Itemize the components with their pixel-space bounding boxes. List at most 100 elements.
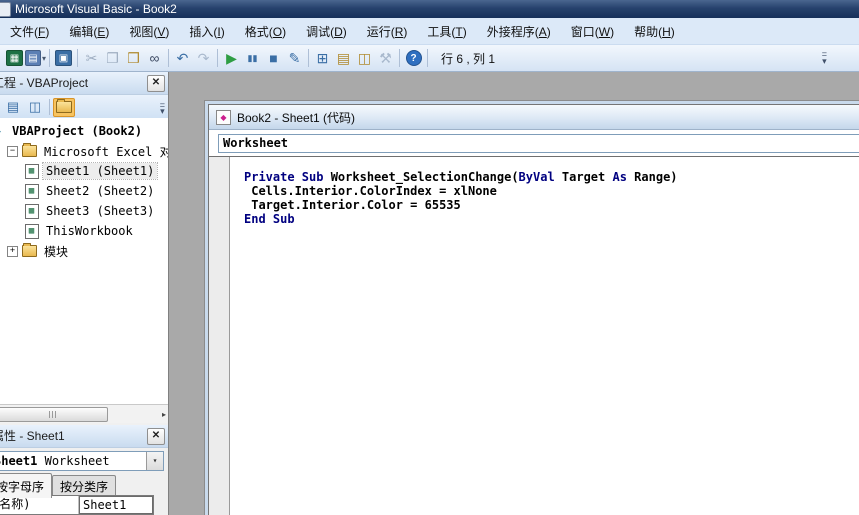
cursor-position-status: 行 6 , 列 1 [431,50,505,67]
properties-grid: (名称)Sheet1 [0,495,154,515]
standard-toolbar: ▦▤▾▣✂❐❒∞↶↷▶▮▮■✎⊞▤◫⚒?行 6 , 列 1 =▾ [0,45,859,72]
tree-item-label: Sheet2 (Sheet2) [43,183,157,199]
code-line: Cells.Interior.ColorIndex = xlNone [244,184,859,198]
toolbar-overflow-icon[interactable]: =▾ [822,51,827,65]
project-explorer-toolbar: ▤◫ =▾ [0,95,168,120]
folder-icon [22,244,37,258]
toolbar-separator [168,49,169,67]
menu-item-2[interactable]: 视图(V) [119,18,179,45]
menubar: 文件(F)编辑(E)视图(V)插入(I)格式(O)调试(D)运行(R)工具(T)… [0,18,859,45]
expand-icon[interactable]: + [7,246,18,257]
menu-item-4[interactable]: 格式(O) [235,18,296,45]
window-title: Microsoft Visual Basic - Book2 [15,0,177,18]
properties-title: 属性 - Sheet1 [0,429,65,443]
properties-close-icon[interactable]: ✕ [147,428,165,445]
worksheet-icon: ▦ [24,204,39,218]
toolbar-separator [427,49,428,67]
code-window-frame: ◆ Book2 - Sheet1 (代码) Worksheet Private … [208,104,859,515]
folder-icon [56,101,72,113]
help-button[interactable]: ? [403,48,424,69]
margin-indicator-bar[interactable] [209,157,230,515]
selected-object-type: Worksheet [45,454,110,468]
toolbox-button[interactable]: ⚒ [375,48,396,69]
project-toolbar-overflow-icon[interactable]: =▾ [160,102,165,114]
undo-button[interactable]: ↶ [172,48,193,69]
copy-button[interactable]: ❐ [102,48,123,69]
property-row: (名称)Sheet1 [0,496,153,514]
menu-item-10[interactable]: 帮助(H) [624,18,685,45]
properties-window-button[interactable]: ▤ [333,48,354,69]
code-editor[interactable]: Private Sub Worksheet_SelectionChange(By… [230,157,859,515]
menu-item-3[interactable]: 插入(I) [179,18,234,45]
view-object-button[interactable]: ◫ [24,98,46,117]
find-button[interactable]: ∞ [144,48,165,69]
property-key: (名称) [0,496,79,514]
properties-header: 属性 - Sheet1 ✕ [0,425,168,448]
menu-item-8[interactable]: 外接程序(A) [477,18,561,45]
toolbar-separator [217,49,218,67]
cut-button[interactable]: ✂ [81,48,102,69]
tree-item-label: Sheet3 (Sheet3) [43,203,157,219]
menu-item-5[interactable]: 调试(D) [296,18,357,45]
hscroll-right-arrow-icon[interactable]: ▸ [162,410,166,419]
dropdown-arrow-icon[interactable]: ▾ [42,54,46,63]
collapse-icon[interactable]: − [7,146,18,157]
code-window-icon: ◆ [216,110,231,125]
code-line: Target.Interior.Color = 65535 [244,198,859,212]
properties-tab-0[interactable]: 按字母序 [0,473,52,498]
menu-item-0[interactable]: 文件(F) [0,18,59,45]
object-selector-combobox[interactable]: Sheet1 Worksheet ▾ [0,451,164,471]
selected-object-name: Sheet1 [0,454,37,468]
redo-button[interactable]: ↷ [193,48,214,69]
break-button[interactable]: ▮▮ [242,48,263,69]
properties-panel: 属性 - Sheet1 ✕ Sheet1 Worksheet ▾ 按字母序按分类… [0,425,168,515]
object-dropdown[interactable]: Worksheet [218,134,859,153]
project-explorer-button[interactable]: ⊞ [312,48,333,69]
app-titlebar: Microsoft Visual Basic - Book2 [0,0,859,18]
reset-button[interactable]: ■ [263,48,284,69]
property-value[interactable]: Sheet1 [79,496,153,514]
vba-project-icon: ❖ [0,124,5,138]
code-window: ◆ Book2 - Sheet1 (代码) Worksheet Private … [204,100,859,515]
toolbar-separator [308,49,309,67]
code-combo-row: Worksheet [209,130,859,157]
help-icon: ? [406,50,422,66]
workbook-icon: ▦ [24,224,39,238]
tree-item-label: Sheet1 (Sheet1) [43,163,157,179]
tree-item[interactable]: ▦Sheet1 (Sheet1) [0,161,168,181]
folder-icon [22,144,37,158]
selector-dropdown-icon[interactable]: ▾ [146,452,163,470]
menu-item-6[interactable]: 运行(R) [357,18,418,45]
view-excel-button[interactable]: ▦ [4,48,25,69]
tree-item[interactable]: ❖VBAProject (Book2) [0,121,168,141]
toolbar-separator [77,49,78,67]
project-explorer-close-icon[interactable]: ✕ [147,75,165,92]
tree-item-label: 模块 [41,242,71,261]
insert-userform-button[interactable]: ▤▾ [25,48,46,69]
menu-item-7[interactable]: 工具(T) [417,18,476,45]
tree-item[interactable]: −Microsoft Excel 对象 [0,141,168,161]
tree-item[interactable]: + 模块 [0,241,168,261]
save-button[interactable]: ▣ [53,48,74,69]
paste-button[interactable]: ❒ [123,48,144,69]
object-browser-button[interactable]: ◫ [354,48,375,69]
tree-item[interactable]: ▦ThisWorkbook [0,221,168,241]
properties-tabs: 按字母序按分类序 [0,473,168,493]
menu-item-1[interactable]: 编辑(E) [59,18,119,45]
design-mode-button[interactable]: ✎ [284,48,305,69]
tree-item[interactable]: ▦ Sheet3 (Sheet3) [0,201,168,221]
project-explorer-title: 工程 - VBAProject [0,76,88,90]
code-window-titlebar[interactable]: ◆ Book2 - Sheet1 (代码) [209,105,859,130]
project-explorer-header: 工程 - VBAProject ✕ [0,72,168,95]
insert-userform-icon: ▤ [25,50,41,66]
view-code-button[interactable]: ▤ [2,98,24,117]
code-line: Private Sub Worksheet_SelectionChange(By… [244,170,859,184]
project-tree-hscrollbar[interactable]: ▸ [0,404,168,423]
tree-item[interactable]: ▦Sheet2 (Sheet2) [0,181,168,201]
hscroll-thumb[interactable] [0,407,108,422]
menu-item-9[interactable]: 窗口(W) [561,18,624,45]
toggle-folders-button[interactable] [53,98,75,117]
project-tree: ❖VBAProject (Book2)−Microsoft Excel 对象▦S… [0,118,168,408]
run-button[interactable]: ▶ [221,48,242,69]
mdi-client-area: ◆ Book2 - Sheet1 (代码) Worksheet Private … [169,72,859,515]
